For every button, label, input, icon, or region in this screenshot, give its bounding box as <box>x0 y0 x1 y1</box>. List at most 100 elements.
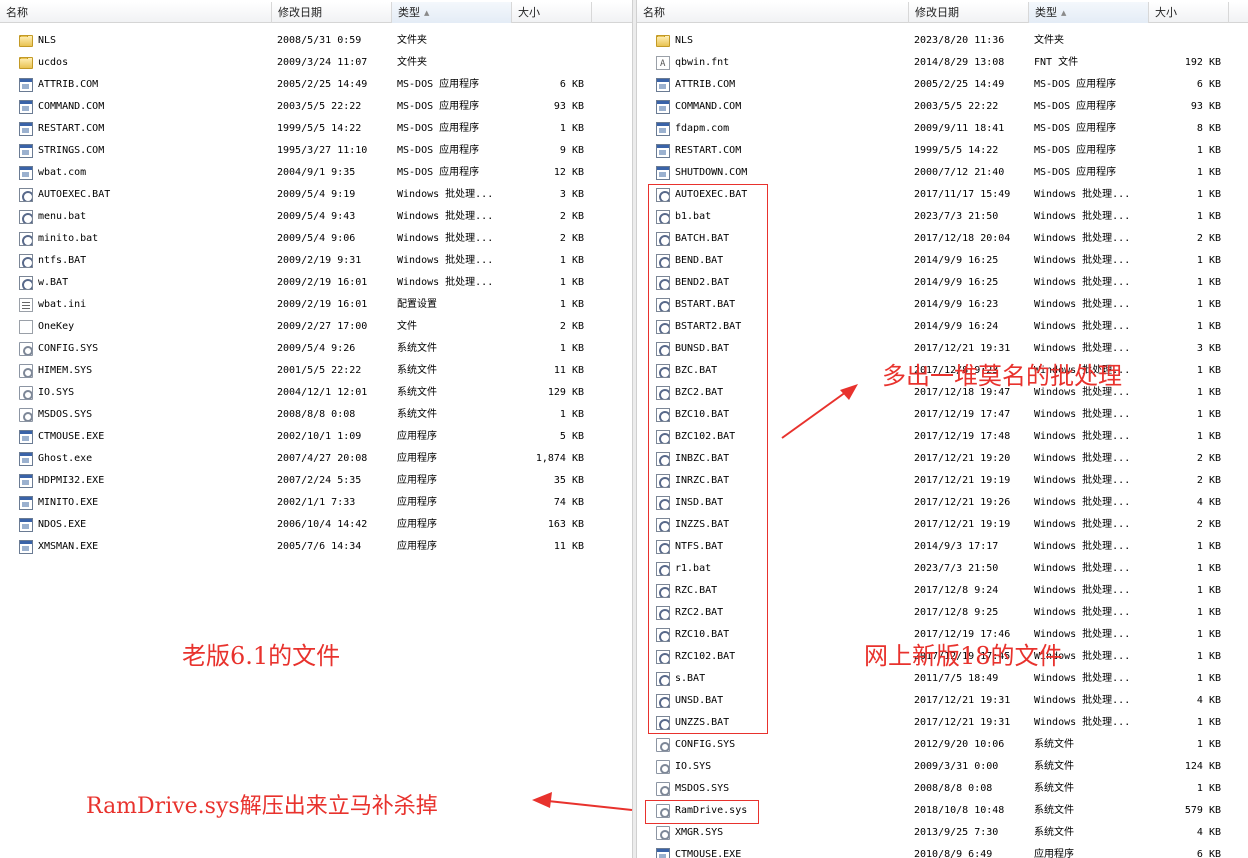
file-size: 2 KB <box>559 233 584 244</box>
app-file-icon <box>19 452 33 466</box>
file-row[interactable]: RESTART.COM 1999/5/5 14:22 MS-DOS 应用程序 1 KB <box>0 118 632 140</box>
file-name: STRINGS.COM <box>38 145 105 156</box>
file-size: 6 KB <box>1196 79 1221 90</box>
folder-file-icon <box>19 57 33 69</box>
file-size: 129 KB <box>547 387 584 398</box>
file-row[interactable]: MINITO.EXE 2002/1/1 7:33 应用程序 74 KB <box>0 492 632 514</box>
file-date: 1999/5/5 14:22 <box>277 123 362 134</box>
folder-file-icon <box>19 35 33 47</box>
file-date: 2017/12/21 19:20 <box>914 453 1011 464</box>
file-type: Windows 批处理... <box>1034 607 1131 618</box>
file-row[interactable]: CONFIG.SYS 2009/5/4 9:26 系统文件 1 KB <box>0 338 632 360</box>
file-row[interactable]: NDOS.EXE 2006/10/4 14:42 应用程序 163 KB <box>0 514 632 536</box>
app-file-icon <box>19 122 33 136</box>
file-name: fdapm.com <box>675 123 730 134</box>
file-row[interactable]: RESTART.COM 1999/5/5 14:22 MS-DOS 应用程序 1 KB <box>637 140 1248 162</box>
file-row[interactable]: minito.bat 2009/5/4 9:06 Windows 批处理... 2 K… <box>0 228 632 250</box>
file-type: MS-DOS 应用程序 <box>397 101 480 112</box>
file-type: Windows 批处理... <box>1034 211 1131 222</box>
file-date: 1999/5/5 14:22 <box>914 145 999 156</box>
file-row[interactable]: w.BAT 2009/2/19 16:01 Windows 批处理... 1 KB <box>0 272 632 294</box>
file-type: 系统文件 <box>397 387 437 398</box>
file-row[interactable]: NLS 2023/8/20 11:36 文件夹 <box>637 30 1248 52</box>
file-row[interactable]: CTMOUSE.EXE 2010/8/9 6:49 应用程序 6 KB <box>637 844 1248 858</box>
file-row[interactable]: menu.bat 2009/5/4 9:43 Windows 批处理... 2 KB <box>0 206 632 228</box>
file-row[interactable]: MSDOS.SYS 2008/8/8 0:08 系统文件 1 KB <box>0 404 632 426</box>
file-date: 2009/5/4 9:43 <box>277 211 356 222</box>
sort-ascending-icon: ▲ <box>1061 9 1067 17</box>
file-row[interactable]: Ghost.exe 2007/4/27 20:08 应用程序 1,874 KB <box>0 448 632 470</box>
file-name: wbat.com <box>38 167 87 178</box>
file-row[interactable]: ATTRIB.COM 2005/2/25 14:49 MS-DOS 应用程序 6 KB <box>0 74 632 96</box>
file-row[interactable]: XMGR.SYS 2013/9/25 7:30 系统文件 4 KB <box>637 822 1248 844</box>
file-row[interactable]: STRINGS.COM 1995/3/27 11:10 MS-DOS 应用程序 9 K… <box>0 140 632 162</box>
file-type: Windows 批处理... <box>397 277 494 288</box>
file-type: 系统文件 <box>397 365 437 376</box>
file-row[interactable]: ntfs.BAT 2009/2/19 9:31 Windows 批处理... 1 KB <box>0 250 632 272</box>
bat-file-icon <box>19 276 33 290</box>
file-date: 2014/8/29 13:08 <box>914 57 1005 68</box>
column-date-header[interactable]: 修改日期 <box>272 2 392 23</box>
sys-file-icon <box>656 826 670 840</box>
file-row[interactable]: COMMAND.COM 2003/5/5 22:22 MS-DOS 应用程序 93 K… <box>0 96 632 118</box>
bat-file-icon <box>19 188 33 202</box>
column-name-header[interactable]: 名称 <box>0 2 272 23</box>
column-name-header[interactable]: 名称 <box>637 2 909 23</box>
file-row[interactable]: NLS 2008/5/31 0:59 文件夹 <box>0 30 632 52</box>
file-row[interactable]: MSDOS.SYS 2008/8/8 0:08 系统文件 1 KB <box>637 778 1248 800</box>
file-size: 2 KB <box>1196 453 1221 464</box>
column-date-header[interactable]: 修改日期 <box>909 2 1029 23</box>
file-date: 2005/7/6 14:34 <box>277 541 362 552</box>
file-type: 系统文件 <box>1034 827 1074 838</box>
column-size-header[interactable]: 大小 <box>1149 2 1229 23</box>
file-row[interactable]: fdapm.com 2009/9/11 18:41 MS-DOS 应用程序 8 KB <box>637 118 1248 140</box>
file-size: 1,874 KB <box>535 453 584 464</box>
ramdrive-highlight-box <box>645 800 759 824</box>
file-date: 2006/10/4 14:42 <box>277 519 368 530</box>
file-type: Windows 批处理... <box>1034 277 1131 288</box>
file-row[interactable]: wbat.ini 2009/2/19 16:01 配置设置 1 KB <box>0 294 632 316</box>
file-row[interactable]: CONFIG.SYS 2012/9/20 10:06 系统文件 1 KB <box>637 734 1248 756</box>
file-size: 2 KB <box>1196 475 1221 486</box>
file-size: 1 KB <box>1196 255 1221 266</box>
file-size: 1 KB <box>1196 541 1221 552</box>
batch-files-highlight-box <box>648 184 768 734</box>
file-row[interactable]: IO.SYS 2004/12/1 12:01 系统文件 129 KB <box>0 382 632 404</box>
file-row[interactable]: IO.SYS 2009/3/31 0:00 系统文件 124 KB <box>637 756 1248 778</box>
app-file-icon <box>19 474 33 488</box>
file-row[interactable]: wbat.com 2004/9/1 9:35 MS-DOS 应用程序 12 KB <box>0 162 632 184</box>
file-row[interactable]: CTMOUSE.EXE 2002/10/1 1:09 应用程序 5 KB <box>0 426 632 448</box>
file-type: 系统文件 <box>397 343 437 354</box>
file-row[interactable]: XMSMAN.EXE 2005/7/6 14:34 应用程序 11 KB <box>0 536 632 558</box>
file-date: 2002/1/1 7:33 <box>277 497 356 508</box>
file-row[interactable]: AUTOEXEC.BAT 2009/5/4 9:19 Windows 批处理... 3… <box>0 184 632 206</box>
file-size: 1 KB <box>1196 585 1221 596</box>
column-type-label: 类型 <box>398 6 420 19</box>
file-name: MSDOS.SYS <box>675 783 730 794</box>
file-date: 2009/5/4 9:06 <box>277 233 356 244</box>
file-row[interactable]: ucdos 2009/3/24 11:07 文件夹 <box>0 52 632 74</box>
file-date: 2023/8/20 11:36 <box>914 35 1005 46</box>
file-size: 1 KB <box>1196 387 1221 398</box>
file-row[interactable]: OneKey 2009/2/27 17:00 文件 2 KB <box>0 316 632 338</box>
left-column-header: 名称 修改日期 类型 ▲ 大小 <box>0 2 632 23</box>
file-date: 2017/12/19 17:48 <box>914 431 1011 442</box>
file-type: Windows 批处理... <box>397 211 494 222</box>
file-row[interactable]: COMMAND.COM 2003/5/5 22:22 MS-DOS 应用程序 93 K… <box>637 96 1248 118</box>
sys-file-icon <box>656 760 670 774</box>
column-size-header[interactable]: 大小 <box>512 2 592 23</box>
app-file-icon <box>19 166 33 180</box>
file-row[interactable]: HIMEM.SYS 2001/5/5 22:22 系统文件 11 KB <box>0 360 632 382</box>
sys-file-icon <box>656 738 670 752</box>
file-date: 2008/8/8 0:08 <box>914 783 993 794</box>
column-type-header[interactable]: 类型 ▲ <box>392 2 512 23</box>
file-row[interactable]: SHUTDOWN.COM 2000/7/12 21:40 MS-DOS 应用程序 1 … <box>637 162 1248 184</box>
file-type: MS-DOS 应用程序 <box>397 123 480 134</box>
file-date: 2004/9/1 9:35 <box>277 167 356 178</box>
file-name: NLS <box>675 35 694 46</box>
column-type-header[interactable]: 类型 ▲ <box>1029 2 1149 23</box>
file-size: 93 KB <box>553 101 584 112</box>
file-row[interactable]: HDPMI32.EXE 2007/2/24 5:35 应用程序 35 KB <box>0 470 632 492</box>
file-row[interactable]: qbwin.fnt 2014/8/29 13:08 FNT 文件 192 KB <box>637 52 1248 74</box>
file-row[interactable]: ATTRIB.COM 2005/2/25 14:49 MS-DOS 应用程序 6 KB <box>637 74 1248 96</box>
